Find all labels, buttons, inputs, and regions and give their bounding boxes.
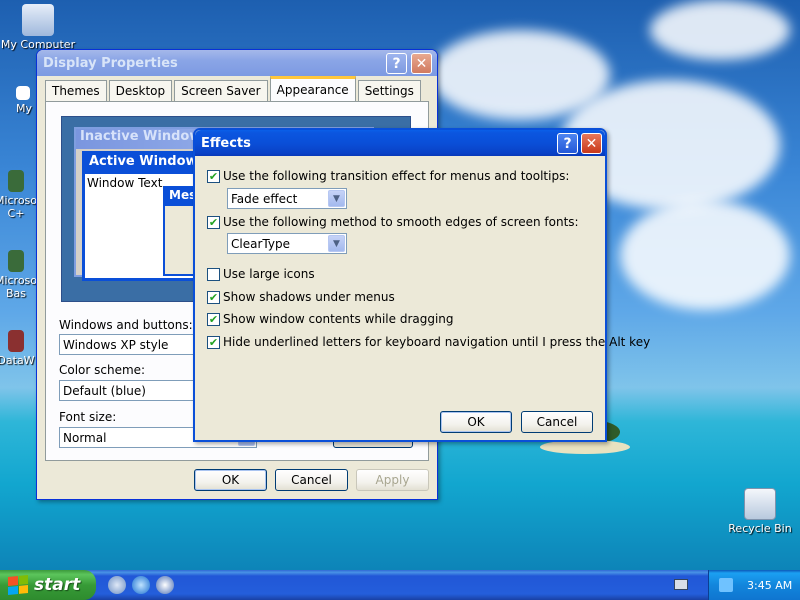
checkbox-label: Show window contents while dragging bbox=[223, 312, 454, 326]
hide-underlines-checkbox[interactable]: ✔ Hide underlined letters for keyboard n… bbox=[207, 335, 650, 349]
help-icon: ? bbox=[392, 55, 401, 72]
checkbox-box[interactable]: ✔ bbox=[207, 312, 220, 326]
keyboard-icon[interactable] bbox=[674, 579, 688, 590]
tab-strip: Themes Desktop Screen Saver Appearance S… bbox=[45, 76, 423, 101]
font-size-label: Font size: bbox=[59, 410, 117, 424]
tab-label: Screen Saver bbox=[181, 84, 261, 98]
network-icon[interactable] bbox=[719, 578, 733, 592]
menu-shadows-checkbox[interactable]: ✔ Show shadows under menus bbox=[207, 290, 395, 304]
apply-label: Apply bbox=[375, 473, 410, 487]
check-icon: ✔ bbox=[208, 169, 219, 183]
close-icon: ✕ bbox=[585, 135, 598, 152]
desktop-icon-label: Microso C+ bbox=[0, 194, 38, 220]
system-tray: 3:45 AM bbox=[708, 570, 800, 600]
display-properties-titlebar[interactable]: Display Properties ? ✕ bbox=[37, 50, 437, 76]
drag-contents-checkbox[interactable]: ✔ Show window contents while dragging bbox=[207, 312, 454, 326]
help-button[interactable]: ? bbox=[386, 53, 407, 74]
ok-label: OK bbox=[467, 415, 485, 429]
close-button[interactable]: ✕ bbox=[411, 53, 432, 74]
internet-explorer-icon[interactable] bbox=[132, 576, 150, 594]
windows-buttons-label: Windows and buttons: bbox=[59, 318, 193, 332]
help-button[interactable]: ? bbox=[557, 133, 578, 154]
recycle-bin-icon bbox=[744, 488, 776, 520]
checkbox-label: Hide underlined letters for keyboard nav… bbox=[223, 335, 651, 349]
font-smoothing-checkbox[interactable]: ✔ Use the following method to smooth edg… bbox=[207, 215, 579, 229]
check-icon: ✔ bbox=[208, 290, 219, 304]
checkbox-box[interactable]: ✔ bbox=[207, 335, 220, 349]
shortcut-icon bbox=[16, 86, 30, 100]
application-icon bbox=[8, 170, 24, 192]
checkbox-box[interactable]: ✔ bbox=[207, 215, 220, 229]
checkbox-label: Use the following method to smooth edges… bbox=[223, 215, 579, 229]
effects-dialog: Effects ? ✕ ✔ Use the following transiti… bbox=[193, 128, 650, 442]
desktop-icon-label: Recycle Bin bbox=[728, 522, 792, 535]
tab-screen-saver[interactable]: Screen Saver bbox=[174, 80, 268, 101]
color-scheme-value: Default (blue) bbox=[63, 383, 146, 398]
chevron-down-icon[interactable]: ▼ bbox=[328, 190, 345, 207]
checkbox-label: Use the following transition effect for … bbox=[223, 169, 570, 183]
show-desktop-icon[interactable] bbox=[108, 576, 126, 594]
cancel-button[interactable]: Cancel bbox=[275, 469, 348, 491]
effects-titlebar[interactable]: Effects ? ✕ bbox=[195, 130, 605, 156]
cancel-label: Cancel bbox=[291, 473, 332, 487]
font-size-value: Normal bbox=[63, 430, 107, 445]
desktop-icon-recycle-bin[interactable]: Recycle Bin bbox=[722, 488, 798, 535]
apply-button[interactable]: Apply bbox=[356, 469, 429, 491]
transition-effect-select[interactable]: Fade effect ▼ bbox=[227, 188, 347, 209]
ok-button[interactable]: OK bbox=[194, 469, 267, 491]
tab-label: Settings bbox=[364, 84, 414, 98]
windows-buttons-value: Windows XP style bbox=[63, 337, 169, 352]
desktop-icon-label: My bbox=[15, 102, 32, 115]
help-icon: ? bbox=[563, 135, 572, 152]
checkbox-label: Use large icons bbox=[223, 267, 315, 281]
application-icon bbox=[8, 330, 24, 352]
island bbox=[540, 440, 630, 454]
check-icon: ✔ bbox=[208, 335, 219, 349]
ok-button[interactable]: OK bbox=[440, 411, 512, 433]
checkbox-box[interactable]: ✔ bbox=[207, 290, 220, 304]
clock[interactable]: 3:45 AM bbox=[747, 579, 792, 592]
desktop-icon-label: DataW bbox=[0, 354, 35, 367]
tab-label: Desktop bbox=[115, 84, 166, 98]
transition-effect-value: Fade effect bbox=[231, 191, 298, 206]
font-smoothing-value: ClearType bbox=[231, 236, 290, 251]
cancel-button[interactable]: Cancel bbox=[521, 411, 593, 433]
checkbox-box[interactable] bbox=[207, 267, 220, 281]
window-title: Display Properties bbox=[43, 55, 178, 71]
check-icon: ✔ bbox=[208, 312, 219, 326]
tab-themes[interactable]: Themes bbox=[45, 80, 107, 101]
font-smoothing-select[interactable]: ClearType ▼ bbox=[227, 233, 347, 254]
cloud bbox=[620, 200, 790, 310]
cloud bbox=[650, 0, 790, 60]
start-button[interactable]: start bbox=[0, 570, 96, 600]
chevron-down-icon[interactable]: ▼ bbox=[328, 235, 345, 252]
tab-settings[interactable]: Settings bbox=[357, 80, 421, 101]
checkbox-label: Show shadows under menus bbox=[223, 290, 395, 304]
dialog-title: Effects bbox=[201, 135, 251, 151]
tab-desktop[interactable]: Desktop bbox=[108, 80, 173, 101]
cancel-label: Cancel bbox=[536, 415, 578, 429]
tab-label: Appearance bbox=[276, 83, 349, 97]
tab-appearance[interactable]: Appearance bbox=[269, 76, 356, 101]
taskbar: start 3:45 AM bbox=[0, 570, 800, 600]
computer-icon bbox=[22, 4, 54, 36]
desktop-icon-my-computer[interactable]: My Computer bbox=[0, 4, 76, 51]
color-scheme-label: Color scheme: bbox=[59, 363, 146, 377]
ok-label: OK bbox=[221, 473, 240, 487]
desktop-icon-label: Microso Bas bbox=[0, 274, 38, 300]
large-icons-checkbox[interactable]: Use large icons bbox=[207, 267, 315, 281]
tab-label: Themes bbox=[52, 84, 100, 98]
media-player-icon[interactable] bbox=[156, 576, 174, 594]
start-label: start bbox=[34, 575, 81, 595]
close-button[interactable]: ✕ bbox=[581, 133, 602, 154]
windows-logo-icon bbox=[8, 574, 28, 596]
application-icon bbox=[8, 250, 24, 272]
close-icon: ✕ bbox=[415, 55, 428, 72]
checkbox-box[interactable]: ✔ bbox=[207, 169, 220, 183]
transition-effect-checkbox[interactable]: ✔ Use the following transition effect fo… bbox=[207, 169, 569, 183]
check-icon: ✔ bbox=[208, 215, 219, 229]
